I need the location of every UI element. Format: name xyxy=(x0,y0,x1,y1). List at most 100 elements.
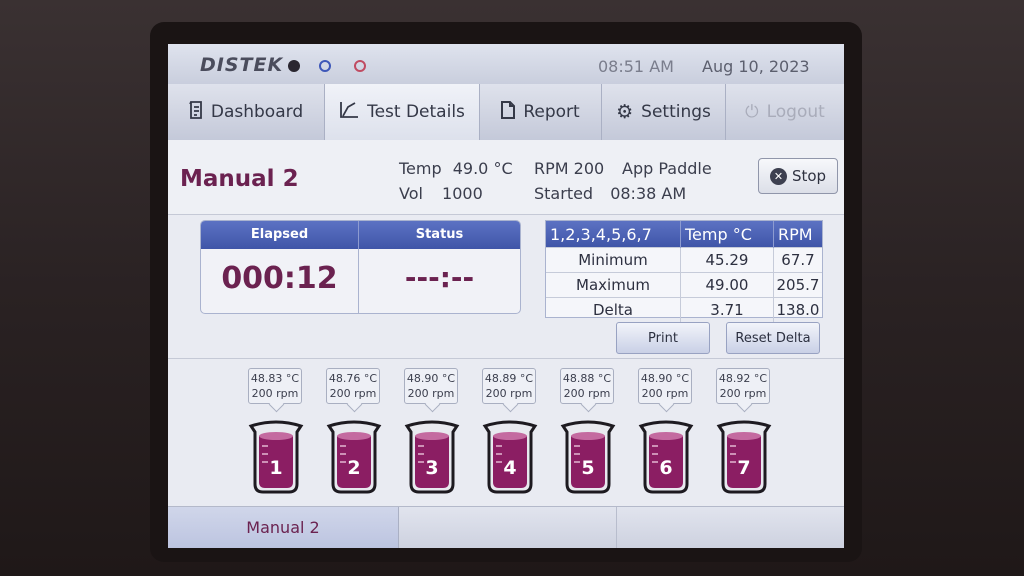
brand-logo: DISTEK xyxy=(200,54,284,76)
vessel-rpm: 200 rpm xyxy=(485,387,533,400)
vessel-3[interactable]: 48.90 °C 200 rpm 3 xyxy=(402,368,464,496)
vessel-number: 7 xyxy=(737,457,751,479)
tab-label: Report xyxy=(523,102,580,122)
row-rpm: 138.0 xyxy=(773,297,822,322)
vessel-6[interactable]: 48.90 °C 200 rpm 6 xyxy=(636,368,698,496)
status-header: Status xyxy=(359,221,520,249)
timer-panel: Elapsed Status 000:12 ---:-- xyxy=(200,220,521,314)
document-icon xyxy=(501,100,516,124)
chart-line-icon xyxy=(339,101,359,124)
row-rpm: 205.7 xyxy=(773,272,822,298)
temp-value: 49.0 °C xyxy=(452,159,513,178)
started-label: Started xyxy=(534,184,594,203)
tab-settings[interactable]: ⚙ Settings xyxy=(602,84,726,140)
vessel-readout: 48.76 °C 200 rpm xyxy=(326,368,380,404)
vessel-rpm: 200 rpm xyxy=(641,387,689,400)
main-nav: Dashboard Test Details Report ⚙ Settings… xyxy=(168,84,844,140)
vessel-readout: 48.89 °C 200 rpm xyxy=(482,368,536,404)
top-bar: DISTEK 08:51 AM Aug 10, 2023 xyxy=(168,44,844,85)
row-temp: 3.71 xyxy=(680,297,774,322)
footer-tab-empty[interactable] xyxy=(398,507,617,548)
tab-label: Settings xyxy=(641,102,711,122)
started-time: Started 08:38 AM xyxy=(534,184,686,203)
vessel-7[interactable]: 48.92 °C 200 rpm 7 xyxy=(714,368,776,496)
vessel-number: 3 xyxy=(425,457,439,479)
tab-label: Dashboard xyxy=(210,102,304,122)
vessel-temp: 48.76 °C xyxy=(328,372,378,385)
vessel-1[interactable]: 48.83 °C 200 rpm 1 xyxy=(246,368,308,496)
elapsed-header: Elapsed xyxy=(201,221,359,249)
stop-label: Stop xyxy=(791,167,827,185)
vessel-rpm: 200 rpm xyxy=(719,387,767,400)
status-value: ---:-- xyxy=(404,261,475,294)
vol-label: Vol xyxy=(399,184,423,203)
apparatus: App Paddle xyxy=(622,159,712,178)
touch-screen: DISTEK 08:51 AM Aug 10, 2023 Dashboard T… xyxy=(168,44,844,548)
volume: Vol 1000 xyxy=(399,184,483,203)
table-row: Minimum 45.29 67.7 xyxy=(546,247,822,273)
vessel-number: 5 xyxy=(581,457,595,479)
vessel-5[interactable]: 48.88 °C 200 rpm 5 xyxy=(558,368,620,496)
test-name: Manual 2 xyxy=(180,166,299,192)
status-dot-red xyxy=(354,60,366,72)
stop-button[interactable]: ✕ Stop xyxy=(758,158,838,194)
vessel-readout: 48.90 °C 200 rpm xyxy=(404,368,458,404)
stats-header-temp: Temp °C xyxy=(680,221,774,248)
tab-logout[interactable]: ⏻ Logout xyxy=(726,84,844,140)
tab-report[interactable]: Report xyxy=(480,84,602,140)
elapsed-value: 000:12 xyxy=(221,261,338,296)
row-temp: 45.29 xyxy=(680,247,774,273)
rpm-setpoint: RPM 200 xyxy=(534,159,604,178)
power-icon: ⏻ xyxy=(745,102,759,122)
vessel-number: 4 xyxy=(503,457,517,479)
vessel-temp: 48.90 °C xyxy=(640,372,690,385)
footer-tab-manual-2[interactable]: Manual 2 xyxy=(168,507,399,548)
app-value: Paddle xyxy=(658,159,712,178)
test-header: Manual 2 Temp 49.0 °C RPM 200 App Paddle… xyxy=(168,140,844,215)
vessel-number: 2 xyxy=(347,457,361,479)
tab-dashboard[interactable]: Dashboard xyxy=(168,84,325,140)
tab-label: Logout xyxy=(766,102,825,122)
stats-table: 1,2,3,4,5,6,7 Temp °C RPM Minimum 45.29 … xyxy=(545,220,823,322)
row-rpm: 67.7 xyxy=(773,247,822,273)
row-label: Minimum xyxy=(546,247,681,273)
stats-header-rpm: RPM xyxy=(773,221,822,248)
close-circle-icon: ✕ xyxy=(769,167,787,185)
clock-time: 08:51 AM xyxy=(598,57,674,76)
row-label: Maximum xyxy=(546,272,681,298)
temp-setpoint: Temp 49.0 °C xyxy=(399,159,513,178)
vessel-readout: 48.83 °C 200 rpm xyxy=(248,368,302,404)
status-dot-dark xyxy=(288,60,300,72)
vessel-rpm: 200 rpm xyxy=(329,387,377,400)
vessel-temp: 48.89 °C xyxy=(484,372,534,385)
started-value: 08:38 AM xyxy=(610,184,687,203)
vessel-rpm: 200 rpm xyxy=(407,387,455,400)
temp-label: Temp xyxy=(399,159,442,178)
footer-bar: Manual 2 xyxy=(168,506,844,548)
footer-tab-empty[interactable] xyxy=(616,507,843,548)
app-label: App xyxy=(622,159,654,178)
reset-delta-button[interactable]: Reset Delta xyxy=(726,322,820,354)
vessel-4[interactable]: 48.89 °C 200 rpm 4 xyxy=(480,368,542,496)
row-temp: 49.00 xyxy=(680,272,774,298)
vessel-rpm: 200 rpm xyxy=(251,387,299,400)
print-button[interactable]: Print xyxy=(616,322,710,354)
clock-date: Aug 10, 2023 xyxy=(702,57,810,76)
table-row: Delta 3.71 138.0 xyxy=(546,297,822,322)
dashboard-icon xyxy=(189,100,203,124)
gear-icon: ⚙ xyxy=(616,101,634,123)
vessel-temp: 48.88 °C xyxy=(562,372,612,385)
row-label: Delta xyxy=(546,297,681,322)
tab-test-details[interactable]: Test Details xyxy=(325,84,480,140)
rpm-value: 200 xyxy=(573,159,605,178)
vessel-readout: 48.92 °C 200 rpm xyxy=(716,368,770,404)
tab-label: Test Details xyxy=(367,102,465,122)
vessel-temp: 48.92 °C xyxy=(718,372,768,385)
vessel-readout: 48.90 °C 200 rpm xyxy=(638,368,692,404)
table-row: Maximum 49.00 205.7 xyxy=(546,272,822,298)
section-divider xyxy=(168,358,844,359)
vessel-2[interactable]: 48.76 °C 200 rpm 2 xyxy=(324,368,386,496)
vessel-rpm: 200 rpm xyxy=(563,387,611,400)
stats-header-vessels: 1,2,3,4,5,6,7 xyxy=(546,221,681,248)
status-dot-blue xyxy=(319,60,331,72)
